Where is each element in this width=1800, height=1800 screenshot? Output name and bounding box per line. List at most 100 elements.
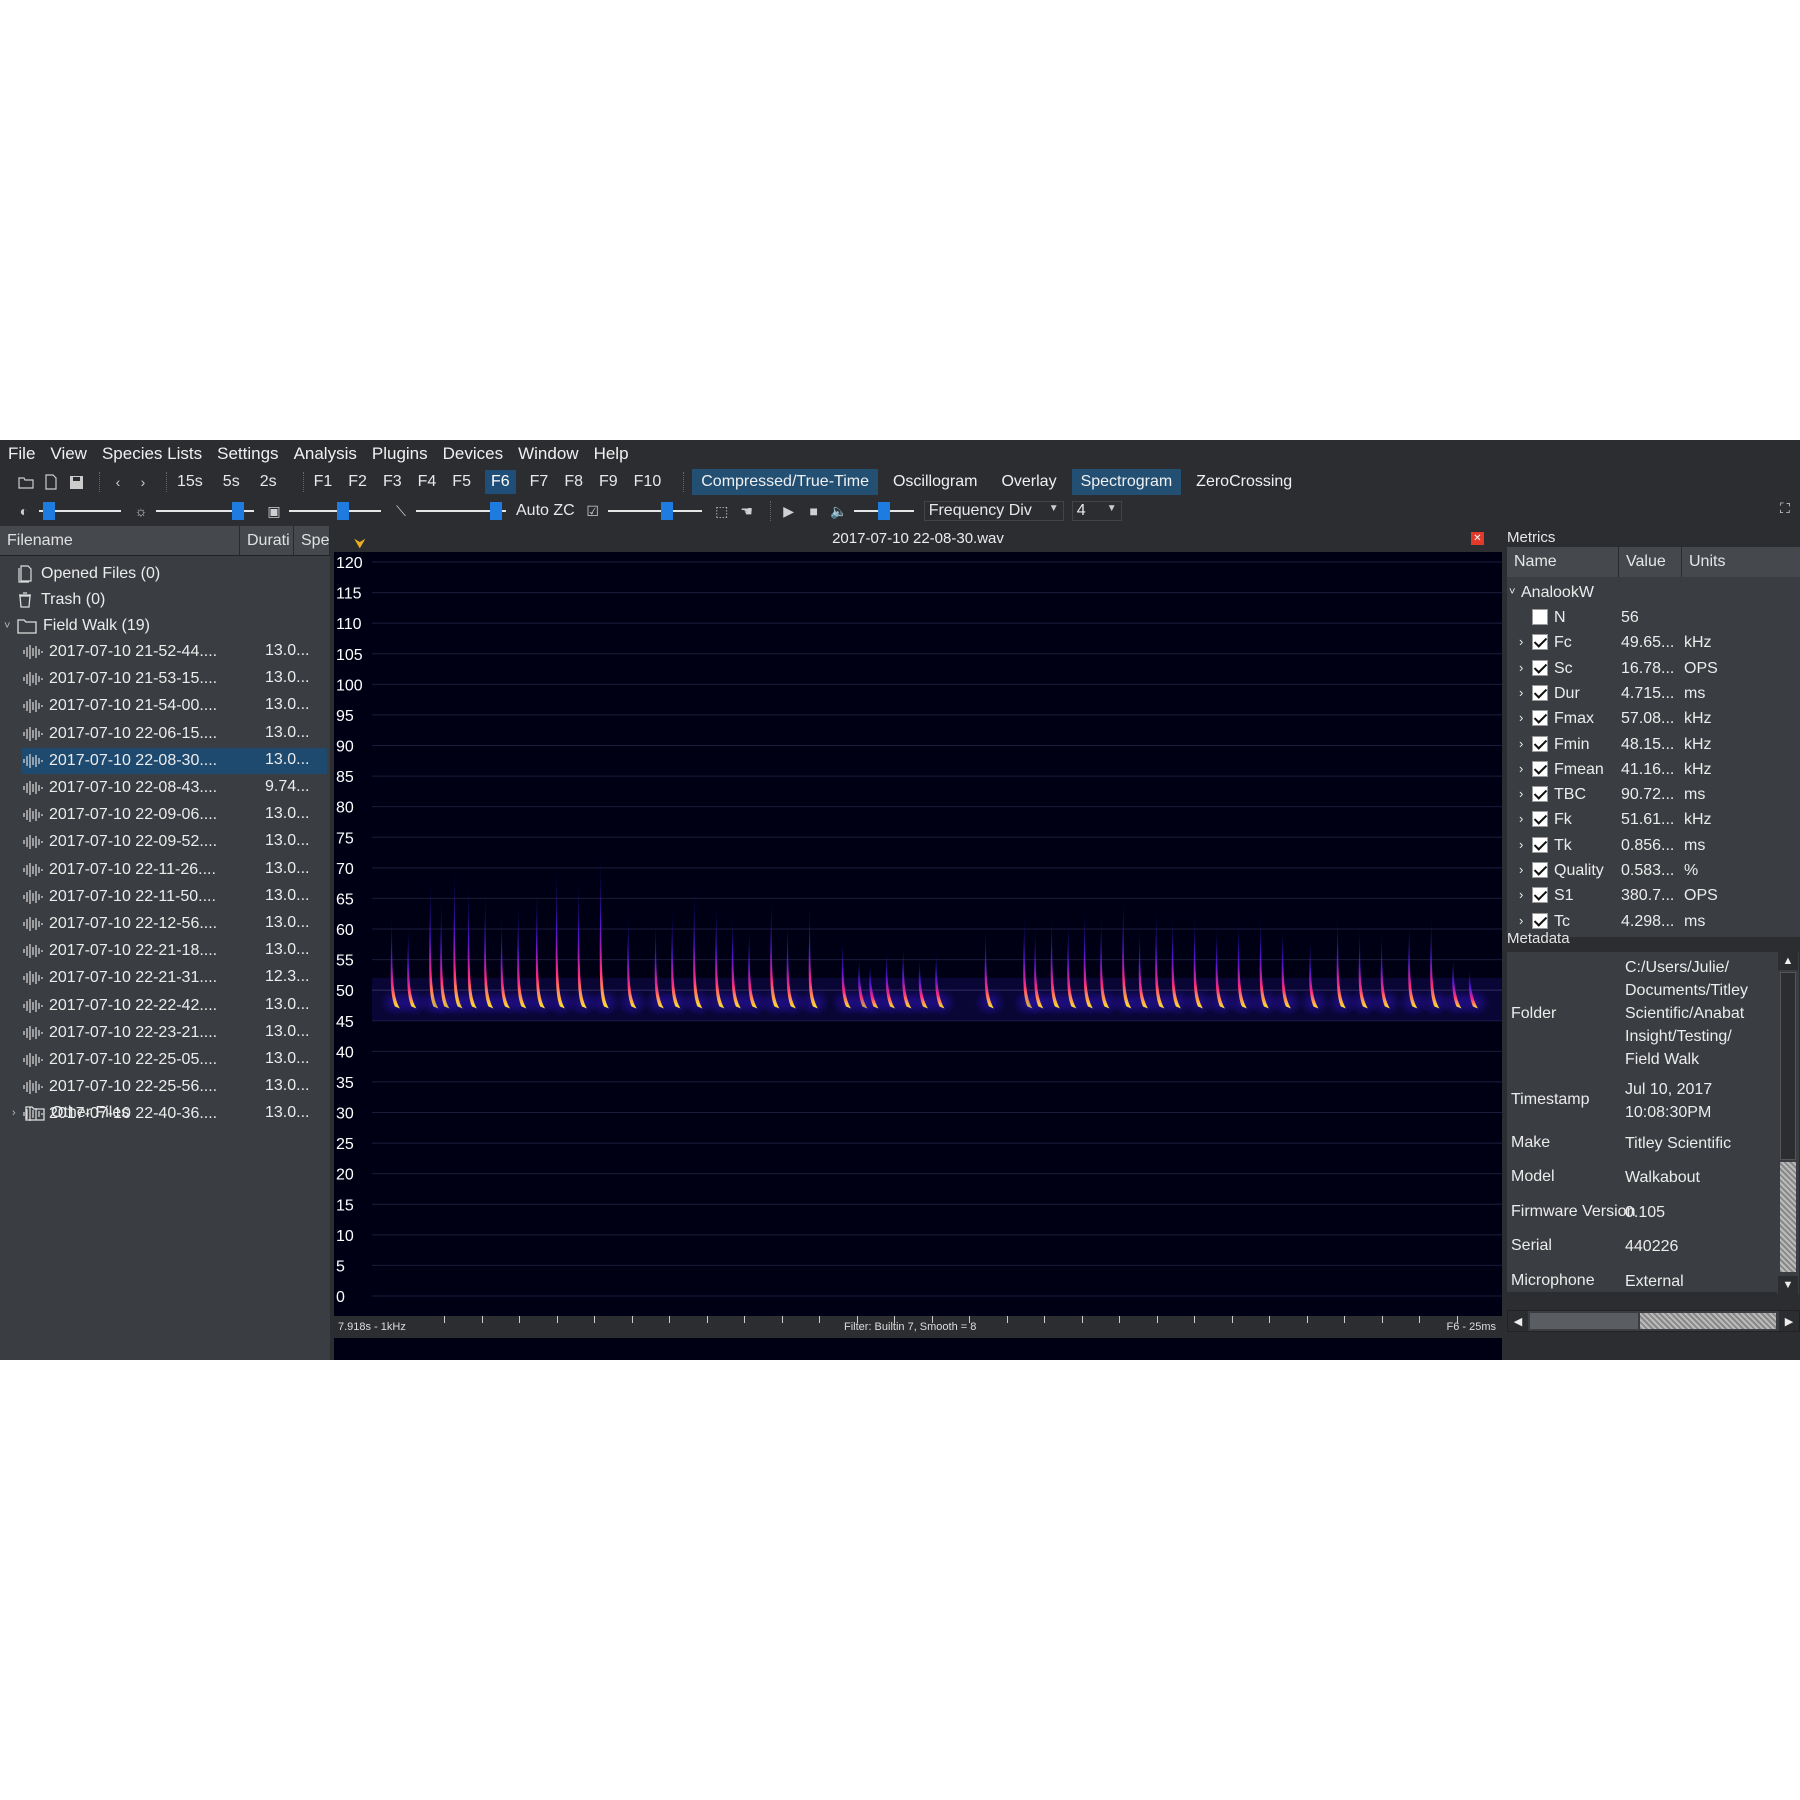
slider-track[interactable]	[607, 510, 702, 512]
spectrogram-plot[interactable]: 1201151101051009590858075706560555045403…	[334, 552, 1502, 1316]
play-icon[interactable]: ▶	[779, 501, 799, 521]
tree-trash[interactable]: Trash (0)	[14, 587, 105, 613]
menu-window[interactable]: Window	[518, 444, 578, 464]
scrollbar-thumb[interactable]	[1530, 1313, 1638, 1329]
tree-field-walk[interactable]: ˅ Field Walk (19)	[4, 613, 150, 639]
bat-call[interactable]	[798, 904, 830, 1017]
brightness-slider[interactable]	[156, 501, 254, 521]
slider-track[interactable]	[289, 510, 381, 512]
chevron-right-icon[interactable]: ›	[1519, 786, 1523, 801]
metric-checkbox[interactable]	[1532, 836, 1548, 853]
bat-call[interactable]	[974, 929, 1006, 1017]
scrollbar-track[interactable]	[1780, 1162, 1796, 1272]
file-row[interactable]: 2017-07-10 22-23-21.... 13.0...	[22, 1020, 327, 1046]
file-row[interactable]: 2017-07-10 22-12-56.... 13.0...	[22, 911, 327, 937]
selection-icon[interactable]: ⬚	[712, 501, 732, 521]
menu-species-lists[interactable]: Species Lists	[102, 444, 202, 464]
slider-thumb[interactable]	[660, 502, 673, 520]
next-icon[interactable]: ›	[133, 472, 153, 492]
metric-checkbox[interactable]	[1532, 659, 1548, 676]
chevron-down-icon[interactable]: ˅	[1509, 586, 1515, 598]
metric-checkbox[interactable]	[1532, 710, 1548, 727]
chevron-right-icon[interactable]: ›	[1519, 811, 1523, 826]
menu-analysis[interactable]: Analysis	[294, 444, 357, 464]
metric-checkbox[interactable]	[1532, 634, 1548, 651]
file-row[interactable]: 2017-07-10 21-54-00.... 13.0...	[22, 693, 327, 719]
threshold-slider[interactable]	[416, 501, 506, 521]
chevron-right-icon[interactable]: ›	[1519, 913, 1523, 928]
view-spectrogram-button[interactable]: Spectrogram	[1071, 469, 1182, 495]
metric-row-fmax[interactable]: › Fmax 57.08... kHz	[1507, 707, 1800, 731]
time-5s-button[interactable]: 5s	[221, 470, 242, 494]
metric-checkbox[interactable]	[1532, 609, 1548, 625]
metric-row-sc[interactable]: › Sc 16.78... OPS	[1507, 657, 1800, 681]
metric-checkbox[interactable]	[1532, 760, 1548, 777]
volume-icon[interactable]: 🔈	[829, 501, 849, 521]
file-row[interactable]: 2017-07-10 21-52-44.... 13.0...	[22, 639, 327, 665]
bat-call[interactable]	[1271, 929, 1303, 1017]
previous-icon[interactable]: ‹	[108, 472, 128, 492]
bat-call[interactable]	[616, 916, 649, 1017]
bat-call[interactable]	[1370, 935, 1402, 1017]
auto-zc-label[interactable]: Auto ZC	[516, 502, 575, 520]
chevron-right-icon[interactable]: ›	[1519, 634, 1523, 649]
new-file-icon[interactable]	[41, 472, 61, 492]
slider-thumb[interactable]	[42, 502, 55, 520]
slider-thumb[interactable]	[490, 502, 503, 520]
f-button-f6[interactable]: F6	[484, 470, 516, 494]
f-button-f5[interactable]: F5	[450, 470, 473, 494]
view-zerocrossing-button[interactable]: ZeroCrossing	[1187, 469, 1301, 495]
view-overlay-button[interactable]: Overlay	[992, 469, 1065, 495]
chevron-down-icon[interactable]: ˅	[4, 620, 16, 632]
f-button-f9[interactable]: F9	[597, 470, 620, 494]
metric-checkbox[interactable]	[1532, 811, 1548, 828]
file-row[interactable]: 2017-07-10 21-53-15.... 13.0...	[22, 666, 327, 692]
chevron-right-icon[interactable]: ›	[1519, 660, 1523, 675]
division-mode-select[interactable]: Frequency Div ▼	[923, 501, 1064, 521]
file-row[interactable]: 2017-07-10 22-22-42.... 13.0...	[22, 993, 327, 1019]
menu-file[interactable]: File	[8, 444, 35, 464]
chevron-right-icon[interactable]: ›	[1519, 862, 1523, 877]
metric-row-s1[interactable]: › S1 380.7... OPS	[1507, 884, 1800, 908]
metric-row-tbc[interactable]: › TBC 90.72... ms	[1507, 783, 1800, 807]
column-duration[interactable]: Durati	[240, 526, 294, 555]
file-row[interactable]: 2017-07-10 22-08-43.... 9.74...	[22, 775, 327, 801]
metric-row-fk[interactable]: › Fk 51.61... kHz	[1507, 808, 1800, 832]
close-icon[interactable]: ✕	[1471, 532, 1484, 545]
metric-checkbox[interactable]	[1532, 786, 1548, 803]
open-folder-icon[interactable]	[16, 472, 36, 492]
metric-row-tk[interactable]: › Tk 0.856... ms	[1507, 834, 1800, 858]
chevron-right-icon[interactable]: ›	[1519, 685, 1523, 700]
file-row[interactable]: 2017-07-10 22-08-30.... 13.0...	[22, 747, 327, 774]
contrast-slider[interactable]	[39, 501, 121, 521]
menu-devices[interactable]: Devices	[443, 444, 503, 464]
fullscreen-icon[interactable]: ⛶	[1780, 500, 1796, 516]
scroll-up-icon[interactable]: ▲	[1778, 952, 1798, 970]
f-button-f8[interactable]: F8	[562, 470, 585, 494]
zoom-slider[interactable]	[289, 501, 381, 521]
file-row[interactable]: 2017-07-10 22-11-50.... 13.0...	[22, 884, 327, 910]
chevron-right-icon[interactable]: ›	[1519, 736, 1523, 751]
scroll-right-icon[interactable]: ▶	[1779, 1311, 1799, 1331]
division-value-select[interactable]: 4 ▼	[1071, 501, 1122, 521]
f-button-f2[interactable]: F2	[346, 470, 369, 494]
zc-slider[interactable]	[607, 501, 702, 521]
f-button-f3[interactable]: F3	[381, 470, 404, 494]
file-row[interactable]: 2017-07-10 22-11-26.... 13.0...	[22, 857, 327, 883]
f-button-f10[interactable]: F10	[632, 470, 664, 494]
column-units[interactable]: Units	[1682, 547, 1800, 577]
column-value[interactable]: Value	[1619, 547, 1682, 577]
file-row[interactable]: 2017-07-10 22-21-18.... 13.0...	[22, 938, 327, 964]
chevron-right-icon[interactable]: ›	[1519, 887, 1523, 902]
file-row[interactable]: 2017-07-10 22-21-31.... 12.3...	[22, 965, 327, 991]
metric-checkbox[interactable]	[1532, 684, 1548, 701]
metric-checkbox[interactable]	[1532, 912, 1548, 929]
menu-settings[interactable]: Settings	[217, 444, 278, 464]
volume-slider[interactable]	[853, 501, 914, 521]
file-row[interactable]: 2017-07-10 22-25-05.... 13.0...	[22, 1047, 327, 1073]
metric-checkbox[interactable]	[1532, 862, 1548, 878]
metric-row-n[interactable]: N 56	[1507, 606, 1800, 630]
f-button-f7[interactable]: F7	[528, 470, 551, 494]
time-2s-button[interactable]: 2s	[258, 470, 279, 494]
metadata-vertical-scrollbar[interactable]: ▲ ▼	[1777, 952, 1799, 1294]
